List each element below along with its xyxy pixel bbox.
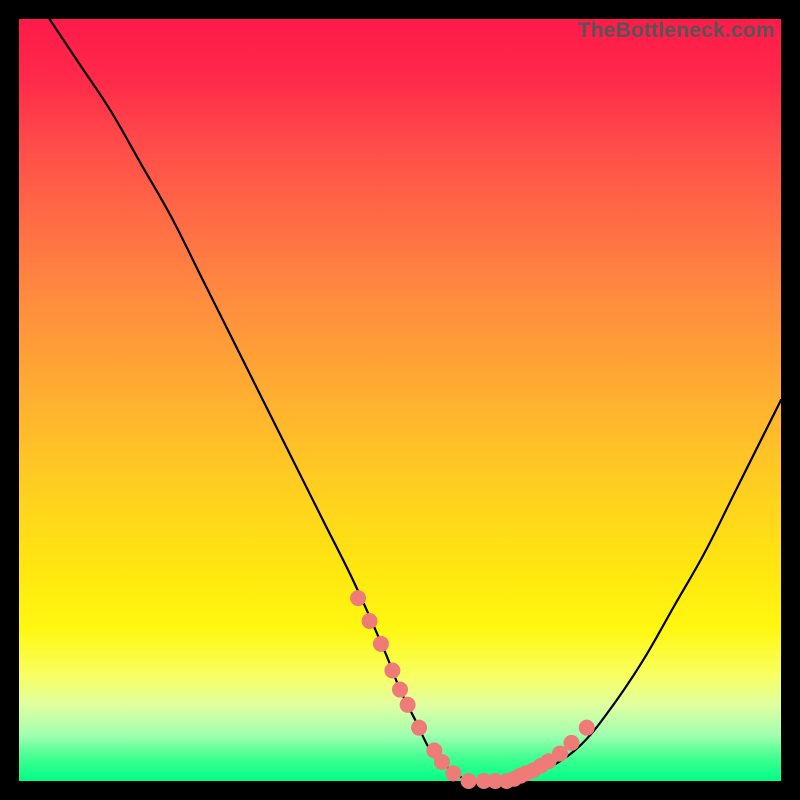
- marker-dot: [411, 720, 427, 736]
- chart-svg: [19, 19, 781, 781]
- plot-area: TheBottleneck.com: [19, 19, 781, 781]
- marker-dot: [392, 682, 408, 698]
- marker-dot: [461, 773, 477, 789]
- marker-dot: [579, 720, 595, 736]
- marker-dot: [350, 590, 366, 606]
- marker-dot: [400, 697, 416, 713]
- highlight-markers: [350, 590, 595, 789]
- marker-dot: [373, 636, 389, 652]
- marker-dot: [445, 765, 461, 781]
- marker-dot: [563, 735, 579, 751]
- chart-frame: TheBottleneck.com: [0, 0, 800, 800]
- marker-dot: [384, 663, 400, 679]
- marker-dot: [434, 754, 450, 770]
- marker-dot: [362, 613, 378, 629]
- bottleneck-curve: [49, 19, 781, 781]
